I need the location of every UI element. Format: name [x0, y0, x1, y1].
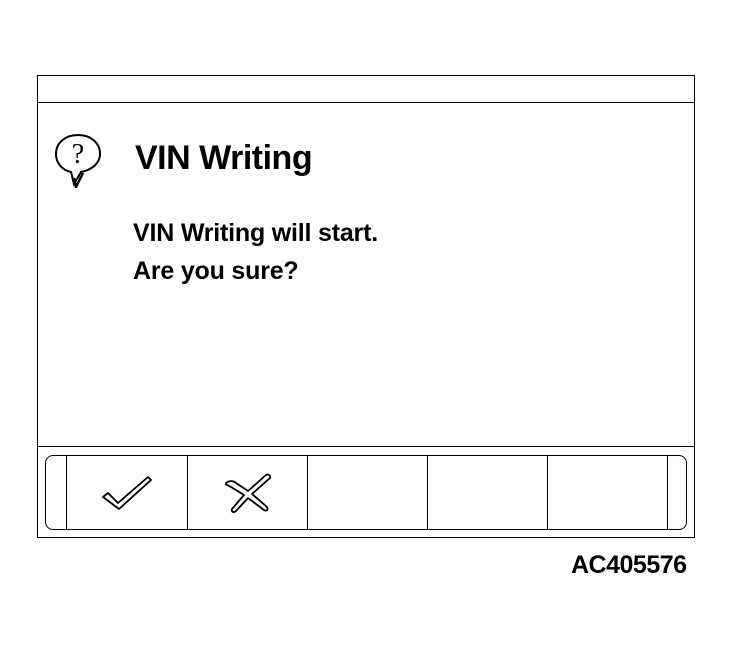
dialog-message: VIN Writing will start. Are you sure?	[133, 214, 378, 290]
dialog-title: VIN Writing	[135, 139, 313, 177]
message-line: VIN Writing will start.	[133, 219, 378, 247]
dialog-body: ? VIN Writing VIN Writing will start. Ar…	[38, 102, 694, 447]
button-bar-right-edge	[667, 456, 688, 529]
checkmark-icon	[102, 475, 152, 510]
svg-text:?: ?	[72, 139, 84, 170]
confirm-button[interactable]	[67, 456, 187, 529]
title-bar	[38, 76, 694, 103]
button-bar-left-edge	[46, 456, 67, 529]
function-key-5[interactable]	[547, 456, 667, 529]
message-line: Are you sure?	[133, 257, 299, 285]
figure-code: AC405576	[571, 551, 687, 579]
cross-icon	[224, 473, 271, 513]
question-bubble-icon: ?	[54, 133, 102, 188]
cancel-button[interactable]	[187, 456, 307, 529]
dialog-window: ? VIN Writing VIN Writing will start. Ar…	[37, 75, 695, 538]
function-key-3[interactable]	[307, 456, 427, 529]
function-key-bar	[45, 455, 687, 530]
function-key-4[interactable]	[427, 456, 547, 529]
